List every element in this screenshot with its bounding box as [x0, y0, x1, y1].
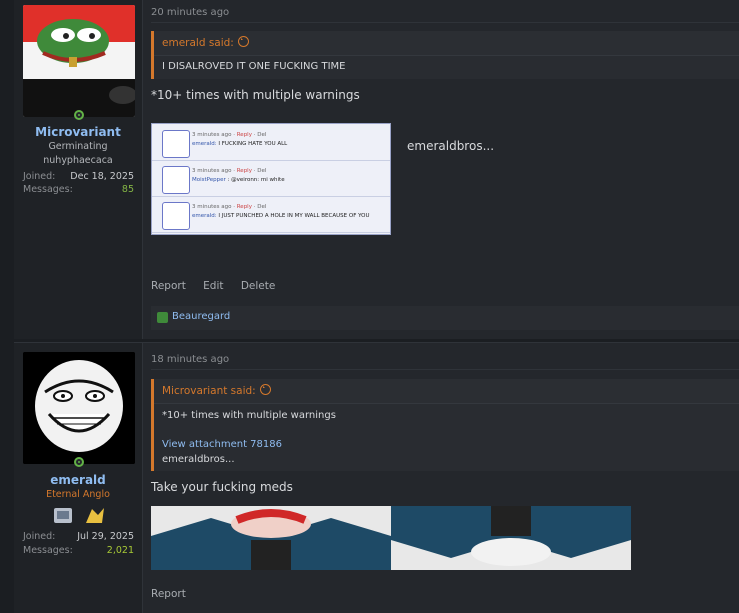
online-status-icon	[74, 457, 84, 467]
shot-message: MoistPepper : @veironn: mi white	[192, 177, 285, 183]
shot-avatar	[162, 166, 190, 194]
messages-value[interactable]: 85	[122, 184, 134, 195]
post-body: Take your fucking meds	[151, 480, 293, 494]
shot-row: 3 minutes ago · Reply · Del emerald: I J…	[152, 198, 390, 233]
joined-label: Joined:	[23, 171, 56, 182]
attachment-image[interactable]	[391, 506, 631, 570]
user-title: Eternal Anglo	[46, 489, 110, 500]
quote-author[interactable]: Microvariant said:	[162, 385, 256, 397]
shot-avatar	[162, 130, 190, 158]
shot-message: emerald: I FUCKING HATE YOU ALL	[192, 141, 288, 147]
report-link[interactable]: Report	[151, 280, 186, 292]
user-pane: Microvariant Germinating nuhyphaecaca Jo…	[14, 0, 143, 339]
report-link[interactable]: Report	[151, 588, 186, 600]
messages-value[interactable]: 2,021	[107, 545, 134, 556]
user-title: Germinating	[48, 141, 108, 152]
messages-label: Messages:	[23, 184, 73, 195]
divider	[151, 369, 739, 370]
delete-link[interactable]: Delete	[241, 280, 276, 292]
user-title-2: nuhyphaecaca	[43, 155, 113, 166]
joined-stat: Joined: Dec 18, 2025	[23, 171, 134, 182]
quote-text-2: emeraldbros...	[162, 454, 235, 465]
shot-meta: 3 minutes ago · Reply · Del	[192, 204, 267, 210]
username[interactable]: Microvariant	[14, 125, 142, 139]
divider	[151, 22, 739, 23]
shot-meta: 3 minutes ago · Reply · Del	[192, 168, 267, 174]
reactions-bar: Beauregard	[151, 306, 739, 330]
shot-message: emerald: I JUST PUNCHED A HOLE IN MY WAL…	[192, 213, 370, 219]
post-actions: Report	[151, 588, 200, 600]
avatar[interactable]	[23, 352, 135, 464]
quote-header[interactable]: Microvariant said:	[162, 379, 271, 403]
joined-label: Joined:	[23, 531, 56, 542]
messages-stat: Messages: 85	[23, 184, 134, 195]
post-main: 20 minutes ago emerald said: I DISALROVE…	[151, 0, 739, 339]
shot-meta: 3 minutes ago · Reply · Del	[192, 132, 267, 138]
attachment-link[interactable]: View attachment 78186	[162, 439, 282, 450]
username[interactable]: emerald	[14, 473, 142, 487]
post-body-trailing: emeraldbros...	[407, 139, 495, 153]
trophy-badges	[52, 505, 112, 527]
post-main: 18 minutes ago Microvariant said: *10+ t…	[151, 343, 739, 613]
reaction-user-link[interactable]: Beauregard	[172, 311, 230, 322]
quote-author[interactable]: emerald said:	[162, 37, 234, 49]
reaction-icon	[157, 312, 168, 323]
quote-jump-icon[interactable]	[259, 384, 271, 395]
shot-avatar	[162, 202, 190, 230]
post-body: *10+ times with multiple warnings	[151, 88, 360, 102]
post-actions: Report Edit Delete	[151, 280, 289, 292]
post-time[interactable]: 18 minutes ago	[151, 354, 229, 365]
edit-link[interactable]: Edit	[203, 280, 223, 292]
quote-text: I DISALROVED IT ONE FUCKING TIME	[162, 61, 346, 72]
quote-block: emerald said: I DISALROVED IT ONE FUCKIN…	[151, 31, 739, 79]
joined-value: Jul 29, 2025	[77, 531, 134, 542]
quote-header[interactable]: emerald said:	[162, 31, 249, 55]
shot-row: 3 minutes ago · Reply · Del MoistPepper …	[152, 162, 390, 197]
online-status-icon	[74, 110, 84, 120]
post-time[interactable]: 20 minutes ago	[151, 7, 229, 18]
messages-label: Messages:	[23, 545, 73, 556]
attachment-image[interactable]	[151, 506, 391, 570]
joined-stat: Joined: Jul 29, 2025	[23, 531, 134, 542]
post-microvariant: Microvariant Germinating nuhyphaecaca Jo…	[14, 0, 739, 339]
user-pane: emerald Eternal Anglo Joined: Jul 29, 20…	[14, 343, 143, 613]
post-emerald: emerald Eternal Anglo Joined: Jul 29, 20…	[14, 342, 739, 613]
shot-row: 3 minutes ago · Reply · Del emerald: I F…	[152, 126, 390, 161]
quote-jump-icon[interactable]	[237, 36, 249, 47]
quote-block: Microvariant said: *10+ times with multi…	[151, 379, 739, 471]
quote-text: *10+ times with multiple warnings	[162, 410, 336, 421]
joined-value: Dec 18, 2025	[70, 171, 134, 182]
attachment-image[interactable]: 3 minutes ago · Reply · Del emerald: I F…	[151, 123, 391, 235]
messages-stat: Messages: 2,021	[23, 545, 134, 556]
avatar[interactable]	[23, 5, 135, 117]
